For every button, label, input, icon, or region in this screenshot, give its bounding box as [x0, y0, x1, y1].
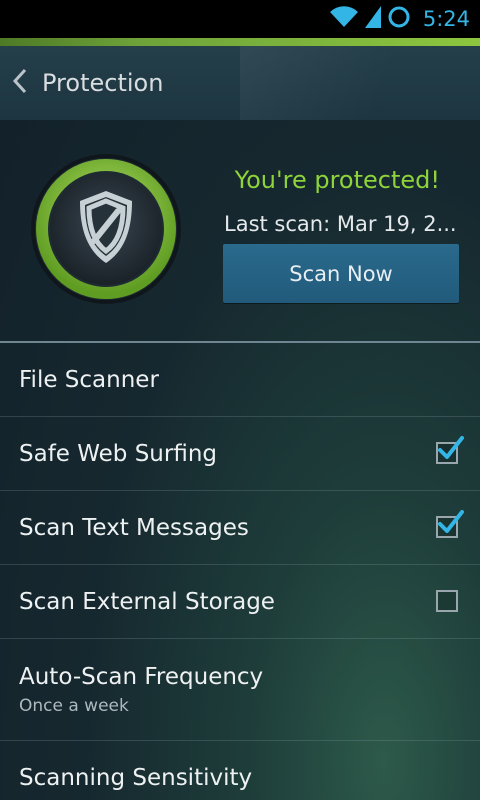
setting-label: Scanning Sensitivity: [19, 764, 253, 791]
checkmark-icon: [438, 509, 464, 533]
scan-text-messages-checkbox[interactable]: [436, 509, 464, 538]
setting-label: Scan External Storage: [19, 588, 275, 615]
scan-external-storage-checkbox[interactable]: [436, 589, 458, 612]
action-bar: Protection: [0, 46, 480, 120]
wifi-icon: [329, 5, 359, 33]
scan-now-button[interactable]: Scan Now: [223, 244, 459, 303]
safe-web-surfing-checkbox[interactable]: [436, 435, 464, 464]
setting-file-scanner[interactable]: File Scanner: [0, 343, 480, 417]
accent-strip: [0, 38, 480, 46]
last-scan-date: Last scan: Mar 19, 2...: [224, 212, 457, 236]
chevron-left-icon: [12, 68, 28, 98]
protection-status-panel: You're protected! Last scan: Mar 19, 2..…: [0, 120, 480, 342]
protection-status: You're protected!: [234, 166, 440, 194]
setting-value: Once a week: [19, 695, 129, 716]
setting-scan-text-messages[interactable]: Scan Text Messages: [0, 491, 480, 565]
page-title: Protection: [42, 69, 164, 97]
checkmark-icon: [438, 435, 464, 459]
setting-safe-web-surfing[interactable]: Safe Web Surfing: [0, 417, 480, 491]
status-bar: 5:24: [0, 0, 480, 38]
screen: 5:24 Protection You're protected! Last s…: [0, 0, 480, 800]
setting-label: Scan Text Messages: [19, 514, 249, 541]
setting-scan-external-storage[interactable]: Scan External Storage: [0, 565, 480, 639]
back-button[interactable]: [0, 46, 42, 120]
signal-icon: [364, 5, 381, 33]
settings-list: File Scanner Safe Web Surfing Scan Text …: [0, 343, 480, 800]
clock: 5:24: [422, 7, 470, 31]
sync-circle-icon: [387, 5, 411, 33]
setting-label: Safe Web Surfing: [19, 440, 218, 467]
setting-scanning-sensitivity[interactable]: Scanning Sensitivity: [0, 741, 480, 800]
setting-auto-scan-frequency[interactable]: Auto-Scan Frequency Once a week: [0, 639, 480, 741]
status-icons: 5:24: [329, 0, 470, 38]
shield-icon: [30, 153, 182, 305]
setting-label: Auto-Scan Frequency: [19, 663, 264, 690]
setting-label: File Scanner: [19, 366, 159, 393]
